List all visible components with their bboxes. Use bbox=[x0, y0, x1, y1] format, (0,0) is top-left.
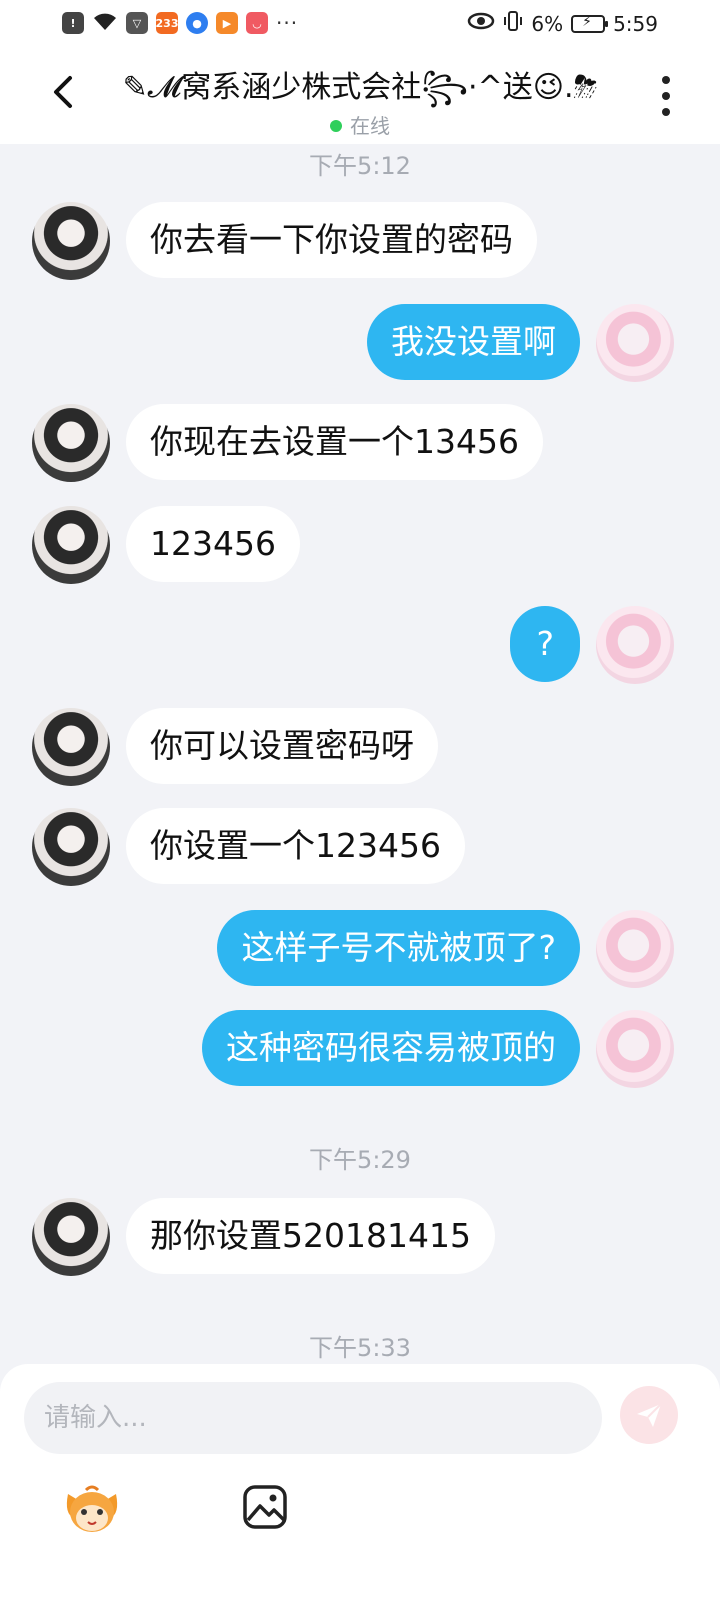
contact-avatar[interactable] bbox=[32, 404, 110, 482]
more-options-button[interactable] bbox=[658, 76, 674, 116]
message-row: 123456 bbox=[0, 504, 720, 584]
wifi-icon bbox=[92, 10, 118, 36]
sent-message-bubble[interactable]: 这样子号不就被顶了? bbox=[217, 910, 580, 986]
vibrate-icon bbox=[503, 10, 523, 37]
chat-header: ✎𝓜窝系涵少株式会社꧂·^送😉.⛈ 在线 bbox=[0, 48, 720, 144]
timestamp: 下午5:33 bbox=[309, 1334, 411, 1362]
message-row: 那你设置520181415 bbox=[0, 1196, 720, 1276]
contact-avatar[interactable] bbox=[32, 506, 110, 584]
contact-avatar[interactable] bbox=[32, 708, 110, 786]
status-bar-left: ! ▽ 233 ● ▶ ◡ ··· bbox=[62, 10, 298, 36]
received-message-bubble[interactable]: 那你设置520181415 bbox=[126, 1198, 495, 1274]
online-dot-icon bbox=[330, 119, 342, 132]
message-composer bbox=[0, 1364, 720, 1600]
timestamp: 下午5:29 bbox=[309, 1146, 411, 1174]
my-avatar[interactable] bbox=[596, 1010, 674, 1088]
my-avatar[interactable] bbox=[596, 910, 674, 988]
video-app-icon: ▶ bbox=[216, 12, 238, 34]
battery-percent: 6% bbox=[531, 11, 564, 36]
sent-message-bubble[interactable]: 我没设置啊 bbox=[367, 304, 580, 380]
received-message-bubble[interactable]: 你去看一下你设置的密码 bbox=[126, 202, 537, 278]
chat-screen: ! ▽ 233 ● ▶ ◡ ··· 6% ⚡ 5:59 ✎𝓜窝系涵少株式会社꧂·… bbox=[0, 0, 720, 1600]
my-avatar[interactable] bbox=[596, 304, 674, 382]
message-row: 这种密码很容易被顶的 bbox=[0, 1008, 720, 1088]
notification-icon: ! bbox=[62, 12, 84, 34]
sent-message-bubble[interactable]: ? bbox=[510, 606, 580, 682]
image-icon bbox=[243, 1485, 287, 1529]
contact-avatar[interactable] bbox=[32, 202, 110, 280]
received-message-bubble[interactable]: 你设置一个123456 bbox=[126, 808, 465, 884]
shopping-app-icon: ◡ bbox=[246, 12, 268, 34]
send-button[interactable] bbox=[620, 1386, 678, 1444]
back-button[interactable] bbox=[44, 68, 84, 116]
message-row: 你去看一下你设置的密码 bbox=[0, 200, 720, 280]
emoji-button[interactable] bbox=[60, 1484, 124, 1538]
online-status: 在线 bbox=[0, 110, 720, 139]
message-row: 这样子号不就被顶了? bbox=[0, 908, 720, 988]
image-button[interactable] bbox=[242, 1484, 288, 1530]
message-row: 你设置一个123456 bbox=[0, 806, 720, 886]
message-row: 你现在去设置一个13456 bbox=[0, 402, 720, 482]
browser-icon: ● bbox=[186, 12, 208, 34]
chevron-left-icon bbox=[54, 76, 72, 108]
status-bar-right: 6% ⚡ 5:59 bbox=[467, 10, 658, 37]
message-row: 你可以设置密码呀 bbox=[0, 706, 720, 786]
contact-avatar[interactable] bbox=[32, 1198, 110, 1276]
eye-comfort-icon bbox=[467, 11, 495, 36]
timestamp: 下午5:12 bbox=[309, 152, 411, 180]
received-message-bubble[interactable]: 你可以设置密码呀 bbox=[126, 708, 438, 784]
message-row: 我没设置啊 bbox=[0, 302, 720, 382]
contact-avatar[interactable] bbox=[32, 808, 110, 886]
received-message-bubble[interactable]: 你现在去设置一个13456 bbox=[126, 404, 543, 480]
received-message-bubble[interactable]: 123456 bbox=[126, 506, 300, 582]
app-notification-icon: ▽ bbox=[126, 12, 148, 34]
more-vertical-icon bbox=[662, 76, 670, 84]
message-row: ? bbox=[0, 604, 720, 684]
app-233-icon: 233 bbox=[156, 12, 178, 34]
status-bar: ! ▽ 233 ● ▶ ◡ ··· 6% ⚡ 5:59 bbox=[0, 0, 720, 48]
emoji-mascot-icon bbox=[66, 1485, 118, 1532]
sent-message-bubble[interactable]: 这种密码很容易被顶的 bbox=[202, 1010, 580, 1086]
my-avatar[interactable] bbox=[596, 606, 674, 684]
online-status-label: 在线 bbox=[350, 114, 390, 138]
more-notifications-icon: ··· bbox=[276, 11, 299, 35]
message-input[interactable] bbox=[24, 1382, 602, 1454]
send-icon bbox=[637, 1403, 662, 1427]
clock: 5:59 bbox=[613, 11, 658, 36]
battery-charging-icon: ⚡ bbox=[571, 14, 609, 33]
